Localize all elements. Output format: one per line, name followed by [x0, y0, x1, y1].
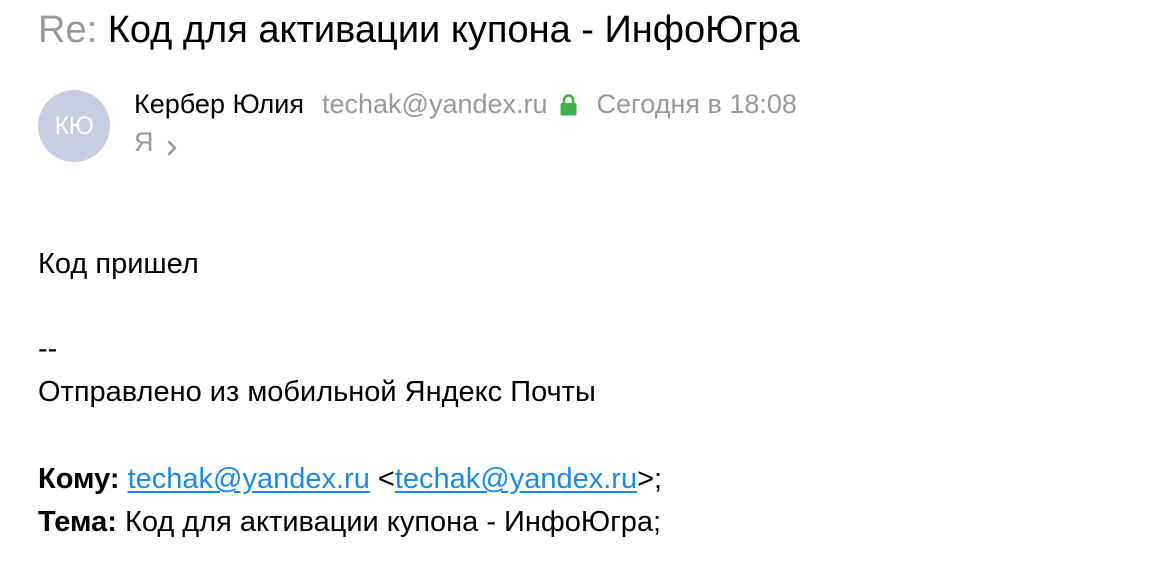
chevron-right-icon	[166, 133, 178, 156]
message-body-line: Код пришел	[38, 248, 199, 280]
bracket-open: <	[377, 463, 395, 495]
avatar-initials: КЮ	[54, 111, 94, 140]
signature-separator: --	[38, 333, 58, 365]
sender-avatar[interactable]: КЮ	[38, 90, 110, 162]
reply-prefix: Re:	[38, 9, 98, 51]
message-subject: Re: Код для активации купона - ИнфоЮгра	[38, 8, 800, 52]
subject-value: Код для активации купона - ИнфоЮгра;	[124, 506, 662, 538]
to-label: Кому:	[38, 463, 120, 495]
sender-name[interactable]: Кербер Юлия	[134, 89, 304, 120]
message-date: Сегодня в 18:08	[596, 88, 797, 119]
subject-label: Тема:	[38, 506, 117, 538]
to-email-link-2[interactable]: techak@yandex.ru	[395, 463, 637, 495]
bracket-close: >;	[637, 463, 663, 495]
quoted-subject-line: Тема: Код для активации купона - ИнфоЮгр…	[38, 504, 661, 540]
quoted-to-line: Кому: techak@yandex.ru <techak@yandex.ru…	[38, 461, 662, 497]
to-email-link[interactable]: techak@yandex.ru	[128, 463, 370, 495]
recipient-label: Я	[134, 126, 154, 157]
lock-icon	[560, 92, 577, 116]
subject-text: Код для активации купона - ИнфоЮгра	[97, 9, 800, 51]
sender-line: Кербер Юлия techak@yandex.ru Сегодня в 1…	[134, 86, 797, 122]
recipient-toggle[interactable]: Я	[134, 124, 178, 160]
sender-email[interactable]: techak@yandex.ru	[322, 89, 548, 120]
signature-text: Отправлено из мобильной Яндекс Почты	[38, 376, 596, 408]
